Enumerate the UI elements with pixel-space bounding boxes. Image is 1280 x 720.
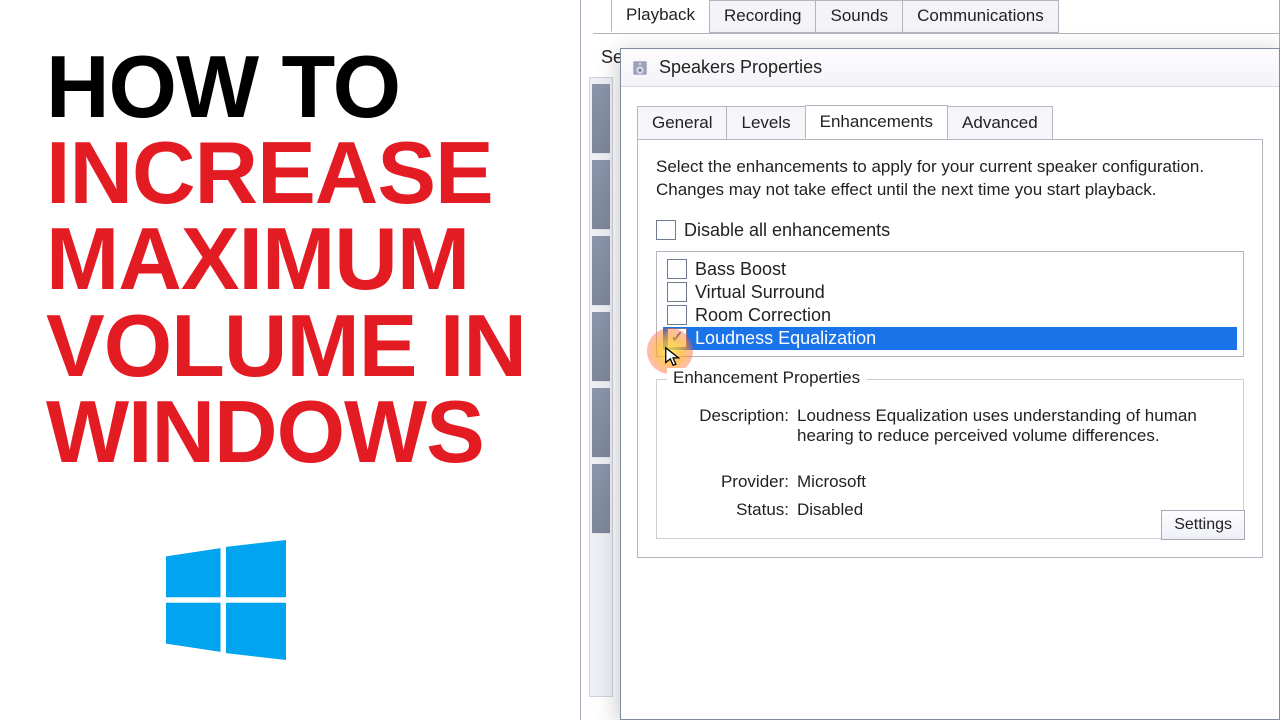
- provider-label: Provider:: [673, 472, 797, 492]
- headline-line-5: WINDOWS: [46, 389, 546, 475]
- enhancement-list[interactable]: Bass Boost Virtual Surround Room Correct…: [656, 251, 1244, 357]
- tab-advanced[interactable]: Advanced: [947, 106, 1053, 140]
- label-bass-boost: Bass Boost: [695, 259, 786, 280]
- enh-virtual-surround[interactable]: Virtual Surround: [663, 281, 1237, 304]
- screenshot-area: Playback Recording Sounds Communications…: [580, 0, 1280, 720]
- label-loudness-equalization: Loudness Equalization: [695, 328, 876, 349]
- description-label: Description:: [673, 406, 797, 446]
- tab-general[interactable]: General: [637, 106, 727, 140]
- windows-logo-icon: [166, 540, 286, 665]
- tab-communications[interactable]: Communications: [902, 0, 1059, 33]
- enhancement-properties-group: Enhancement Properties Description: Loud…: [656, 379, 1244, 539]
- description-value: Loudness Equalization uses understanding…: [797, 406, 1227, 446]
- enh-loudness-equalization[interactable]: Loudness Equalization: [663, 327, 1237, 350]
- checkbox-bass-boost[interactable]: [667, 259, 687, 279]
- device-list-strip: [589, 77, 613, 697]
- tab-levels[interactable]: Levels: [726, 106, 805, 140]
- enhancements-pane: Select the enhancements to apply for you…: [637, 139, 1263, 558]
- enh-room-correction[interactable]: Room Correction: [663, 304, 1237, 327]
- group-title: Enhancement Properties: [667, 368, 866, 388]
- tab-sounds[interactable]: Sounds: [815, 0, 903, 33]
- headline-line-2: INCREASE: [46, 130, 546, 216]
- disable-all-checkbox[interactable]: [656, 220, 676, 240]
- enh-bass-boost[interactable]: Bass Boost: [663, 258, 1237, 281]
- properties-tabs: General Levels Enhancements Advanced: [637, 105, 1263, 139]
- disable-all-row[interactable]: Disable all enhancements: [656, 220, 1244, 241]
- speaker-icon: [631, 59, 649, 77]
- headline: HOW TO INCREASE MAXIMUM VOLUME IN WINDOW…: [46, 44, 546, 475]
- headline-line-4: VOLUME IN: [46, 303, 546, 389]
- speakers-properties-window: Speakers Properties General Levels Enhan…: [620, 48, 1280, 720]
- tab-playback[interactable]: Playback: [611, 0, 710, 32]
- headline-line-1: HOW TO: [46, 44, 546, 130]
- disable-all-label: Disable all enhancements: [684, 220, 890, 241]
- tab-enhancements[interactable]: Enhancements: [805, 105, 948, 139]
- checkbox-room-correction[interactable]: [667, 305, 687, 325]
- instructions-text: Select the enhancements to apply for you…: [656, 156, 1244, 202]
- provider-value: Microsoft: [797, 472, 1227, 492]
- settings-button[interactable]: Settings: [1161, 510, 1245, 540]
- checkbox-loudness-equalization[interactable]: [667, 328, 687, 348]
- label-virtual-surround: Virtual Surround: [695, 282, 825, 303]
- window-title: Speakers Properties: [659, 57, 822, 78]
- headline-line-3: MAXIMUM: [46, 216, 546, 302]
- status-label: Status:: [673, 500, 797, 520]
- tab-recording[interactable]: Recording: [709, 0, 817, 33]
- titlebar[interactable]: Speakers Properties: [621, 49, 1279, 87]
- checkbox-virtual-surround[interactable]: [667, 282, 687, 302]
- label-room-correction: Room Correction: [695, 305, 831, 326]
